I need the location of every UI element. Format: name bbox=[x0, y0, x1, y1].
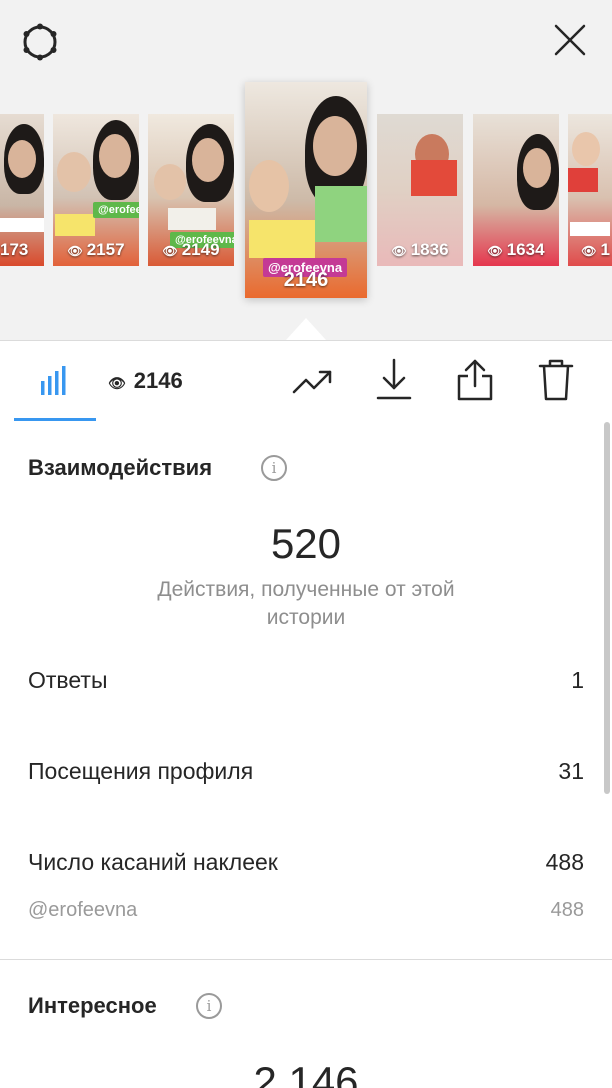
story-thumbnail[interactable]: @erofeevna 👁2157 bbox=[53, 114, 139, 266]
share-icon bbox=[457, 359, 493, 401]
story-thumbnail[interactable]: 👁 1 bbox=[568, 114, 612, 266]
discovery-title: Интересное bbox=[28, 993, 157, 1018]
story-view-count: 👁 1836 bbox=[391, 240, 449, 259]
mention-tag: @erofeevna bbox=[93, 202, 139, 218]
selection-pointer bbox=[286, 318, 326, 340]
info-icon[interactable]: i bbox=[196, 993, 222, 1019]
settings-button[interactable] bbox=[20, 22, 60, 62]
eye-icon: 👁 bbox=[108, 375, 126, 391]
replies-label: Ответы bbox=[28, 667, 108, 693]
views-tab[interactable]: 👁 2146 bbox=[108, 368, 183, 394]
replies-value: 1 bbox=[571, 667, 584, 693]
insights-tab[interactable] bbox=[38, 364, 72, 398]
story-strip: 173 @erofeevna 👁2157 @erofeevna 👁2149 @e… bbox=[0, 0, 612, 340]
story-view-count: 👁 1634 bbox=[487, 240, 545, 259]
trending-up-icon bbox=[292, 370, 332, 394]
interactions-title: Взаимодействия bbox=[28, 455, 213, 480]
toolbar-divider bbox=[0, 340, 612, 341]
story-toolbar: 👁 2146 bbox=[0, 340, 612, 422]
story-view-count: 👁 2149 bbox=[162, 240, 220, 259]
sticker-handle-value: 488 bbox=[550, 899, 584, 921]
story-view-count: 👁 2157 bbox=[67, 240, 125, 259]
promote-button[interactable] bbox=[292, 366, 334, 398]
eye-icon: 👁 bbox=[67, 244, 83, 258]
download-icon bbox=[376, 358, 412, 400]
sticker-handle-label: @erofeevna bbox=[28, 899, 138, 921]
story-view-count: 👁 1 bbox=[581, 240, 610, 259]
sticker-taps-label: Число касаний наклеек bbox=[28, 849, 278, 875]
close-icon bbox=[554, 24, 586, 56]
delete-button[interactable] bbox=[538, 358, 574, 402]
section-divider bbox=[0, 959, 612, 960]
profile-visits-value: 31 bbox=[558, 758, 584, 784]
download-button[interactable] bbox=[376, 358, 412, 400]
info-icon[interactable]: i bbox=[261, 455, 287, 481]
story-thumbnail[interactable]: 👁 1836 bbox=[377, 114, 463, 266]
story-view-count: 2146 bbox=[283, 269, 329, 291]
discovery-total: 2 146 bbox=[253, 1058, 359, 1088]
eye-icon: 👁 bbox=[162, 244, 178, 258]
story-thumbnail[interactable]: @erofeevna 👁 2149 bbox=[148, 114, 234, 266]
story-thumbnail[interactable]: 173 bbox=[0, 114, 44, 266]
trash-icon bbox=[538, 359, 574, 401]
story-thumbnail-selected[interactable]: @erofeevna 2146 bbox=[245, 82, 367, 298]
sticker-taps-value: 488 bbox=[545, 849, 584, 875]
profile-visits-label: Посещения профиля bbox=[28, 758, 254, 784]
eye-icon: 👁 bbox=[487, 244, 503, 258]
views-count: 2146 bbox=[133, 368, 183, 393]
scrollbar[interactable] bbox=[604, 422, 610, 794]
gear-icon bbox=[23, 23, 57, 61]
interactions-total: 520 bbox=[270, 520, 342, 567]
eye-icon: 👁 bbox=[581, 244, 597, 258]
eye-icon: 👁 bbox=[391, 244, 407, 258]
story-thumbnail[interactable]: 👁 1634 bbox=[473, 114, 559, 266]
bar-chart-icon bbox=[41, 366, 66, 395]
active-tab-indicator bbox=[14, 418, 96, 421]
interactions-caption: Действия, полученные от этой истории bbox=[157, 578, 455, 629]
story-view-count: 173 bbox=[0, 240, 29, 259]
close-button[interactable] bbox=[552, 22, 588, 58]
share-button[interactable] bbox=[456, 358, 494, 402]
